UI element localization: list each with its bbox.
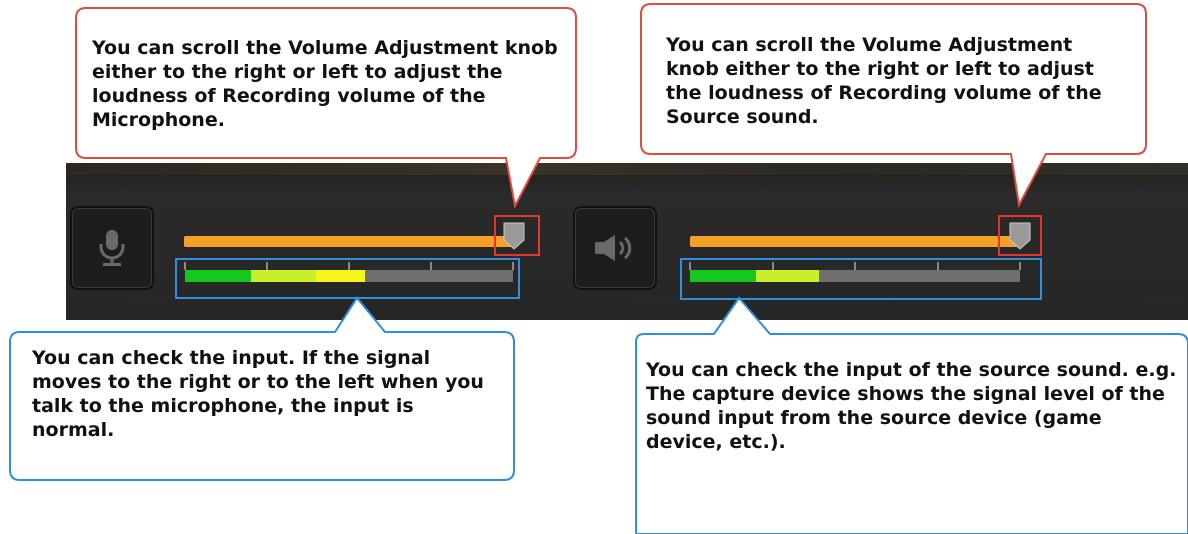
source-meter-highlight (680, 258, 1042, 300)
source-volume-callout-text: You can scroll the Volume Adjustment kno… (666, 34, 1102, 128)
source-sound-mute-button[interactable] (573, 206, 657, 290)
microphone-icon (99, 230, 125, 266)
source-volume-slider[interactable] (690, 236, 1018, 247)
speaker-icon (595, 235, 632, 261)
tutorial-screenshot: You can scroll the Volume Adjustment kno… (0, 0, 1188, 534)
microphone-mute-button[interactable] (70, 206, 154, 290)
mic-input-callout-text: You can check the input. If the signal m… (32, 347, 484, 441)
panel-top-edge (66, 163, 1188, 175)
mic-meter-highlight (175, 258, 520, 299)
mic-volume-callout-text: You can scroll the Volume Adjustment kno… (92, 37, 558, 131)
mic-volume-slider[interactable] (184, 236, 512, 247)
source-input-callout-text: You can check the input of the source so… (646, 359, 1177, 453)
mic-knob-highlight (494, 215, 540, 256)
source-knob-highlight (998, 215, 1042, 256)
